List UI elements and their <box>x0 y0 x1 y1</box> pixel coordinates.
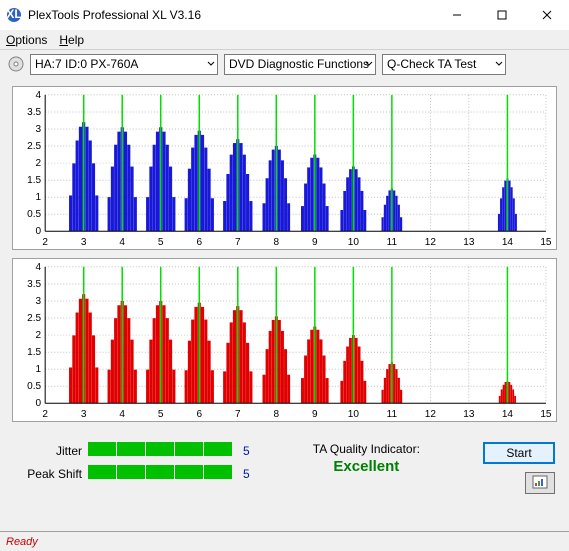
svg-text:3.5: 3.5 <box>27 107 41 118</box>
svg-text:6: 6 <box>196 237 202 248</box>
svg-text:0.5: 0.5 <box>27 209 41 220</box>
bottom-panel: Jitter 5 Peak Shift 5 TA Quality Indicat… <box>0 434 569 502</box>
svg-text:4: 4 <box>36 262 42 273</box>
peakshift-bars <box>88 465 233 482</box>
toolbar: HA:7 ID:0 PX-760A DVD Diagnostic Functio… <box>0 50 569 78</box>
svg-text:2.5: 2.5 <box>27 141 41 152</box>
svg-text:15: 15 <box>540 409 552 420</box>
maximize-button[interactable] <box>479 0 524 30</box>
svg-text:1: 1 <box>36 364 42 375</box>
svg-text:7: 7 <box>235 409 241 420</box>
svg-text:5: 5 <box>158 237 164 248</box>
jitter-value: 5 <box>243 444 250 458</box>
save-chart-icon <box>532 475 548 492</box>
jitter-bars <box>88 442 233 459</box>
svg-text:10: 10 <box>348 237 360 248</box>
titlebar: XL PlexTools Professional XL V3.16 <box>0 0 569 30</box>
svg-text:7: 7 <box>235 237 241 248</box>
chart-top: 0 0.5 1 1.5 2 2.5 3 3.5 4 2 3 4 5 6 7 8 9 10 11 12 13 14 15 <box>12 86 557 250</box>
svg-text:15: 15 <box>540 237 552 248</box>
test-select-value: Q-Check TA Test <box>387 57 476 71</box>
svg-text:4: 4 <box>36 90 42 101</box>
chevron-down-icon <box>207 57 215 71</box>
svg-text:2.5: 2.5 <box>27 313 41 324</box>
peakshift-row: Peak Shift 5 <box>14 465 250 482</box>
svg-text:1: 1 <box>36 192 42 203</box>
button-column: Start <box>483 442 555 494</box>
function-select-value: DVD Diagnostic Functions <box>229 57 369 71</box>
device-select-value: HA:7 ID:0 PX-760A <box>35 57 138 71</box>
svg-text:3.5: 3.5 <box>27 279 41 290</box>
svg-text:11: 11 <box>387 237 398 248</box>
app-icon: XL <box>6 7 22 23</box>
svg-text:10: 10 <box>348 409 360 420</box>
svg-text:14: 14 <box>502 237 514 248</box>
menu-help[interactable]: Help <box>59 33 84 47</box>
jitter-row: Jitter 5 <box>14 442 250 459</box>
svg-text:8: 8 <box>274 237 280 248</box>
window-title: PlexTools Professional XL V3.16 <box>28 8 434 22</box>
chevron-down-icon <box>365 57 373 71</box>
svg-text:6: 6 <box>196 409 202 420</box>
menu-options[interactable]: Options <box>6 33 47 47</box>
svg-text:0.5: 0.5 <box>27 381 41 392</box>
menubar: Options Help <box>0 30 569 50</box>
svg-text:9: 9 <box>312 237 318 248</box>
svg-text:0: 0 <box>36 398 42 409</box>
function-select[interactable]: DVD Diagnostic Functions <box>224 54 376 75</box>
save-chart-button[interactable] <box>525 472 555 494</box>
quality-value: Excellent <box>262 458 471 475</box>
chart-area: 00.511.522.533.5423456789101112131415 00… <box>0 78 569 434</box>
device-select[interactable]: HA:7 ID:0 PX-760A <box>30 54 218 75</box>
svg-text:4: 4 <box>119 409 125 420</box>
svg-text:3: 3 <box>81 237 87 248</box>
svg-text:1.5: 1.5 <box>27 347 41 358</box>
svg-text:9: 9 <box>312 409 318 420</box>
svg-text:2: 2 <box>42 237 48 248</box>
jitter-label: Jitter <box>14 444 82 458</box>
svg-text:2: 2 <box>36 330 42 341</box>
svg-text:5: 5 <box>158 409 164 420</box>
peakshift-value: 5 <box>243 467 250 481</box>
chevron-down-icon <box>495 57 503 71</box>
svg-text:0: 0 <box>36 226 42 237</box>
start-button[interactable]: Start <box>483 442 555 464</box>
svg-text:8: 8 <box>274 409 280 420</box>
svg-text:3: 3 <box>36 296 42 307</box>
quality-indicator: TA Quality Indicator: Excellent <box>262 442 471 475</box>
peakshift-label: Peak Shift <box>14 467 82 481</box>
disc-icon <box>8 56 24 72</box>
svg-text:XL: XL <box>6 7 21 21</box>
svg-text:1.5: 1.5 <box>27 175 41 186</box>
test-select[interactable]: Q-Check TA Test <box>382 54 506 75</box>
chart-bottom: 0 0.5 1 1.5 2 2.5 3 3.5 4 2 3 4 5 6 7 8 9 10 11 12 13 14 15 <box>12 258 557 422</box>
svg-text:13: 13 <box>463 409 475 420</box>
quality-label: TA Quality Indicator: <box>262 442 471 456</box>
minimize-button[interactable] <box>434 0 479 30</box>
start-button-label: Start <box>506 446 531 460</box>
svg-text:2: 2 <box>42 409 48 420</box>
svg-text:12: 12 <box>425 237 437 248</box>
svg-text:13: 13 <box>463 237 475 248</box>
statusbar: Ready <box>0 531 569 551</box>
metrics: Jitter 5 Peak Shift 5 <box>14 442 250 482</box>
svg-text:3: 3 <box>36 124 42 135</box>
svg-text:12: 12 <box>425 409 437 420</box>
close-button[interactable] <box>524 0 569 30</box>
svg-text:11: 11 <box>387 409 398 420</box>
svg-text:2: 2 <box>36 158 42 169</box>
svg-text:3: 3 <box>81 409 87 420</box>
status-text: Ready <box>6 536 38 548</box>
svg-text:14: 14 <box>502 409 514 420</box>
svg-text:4: 4 <box>119 237 125 248</box>
